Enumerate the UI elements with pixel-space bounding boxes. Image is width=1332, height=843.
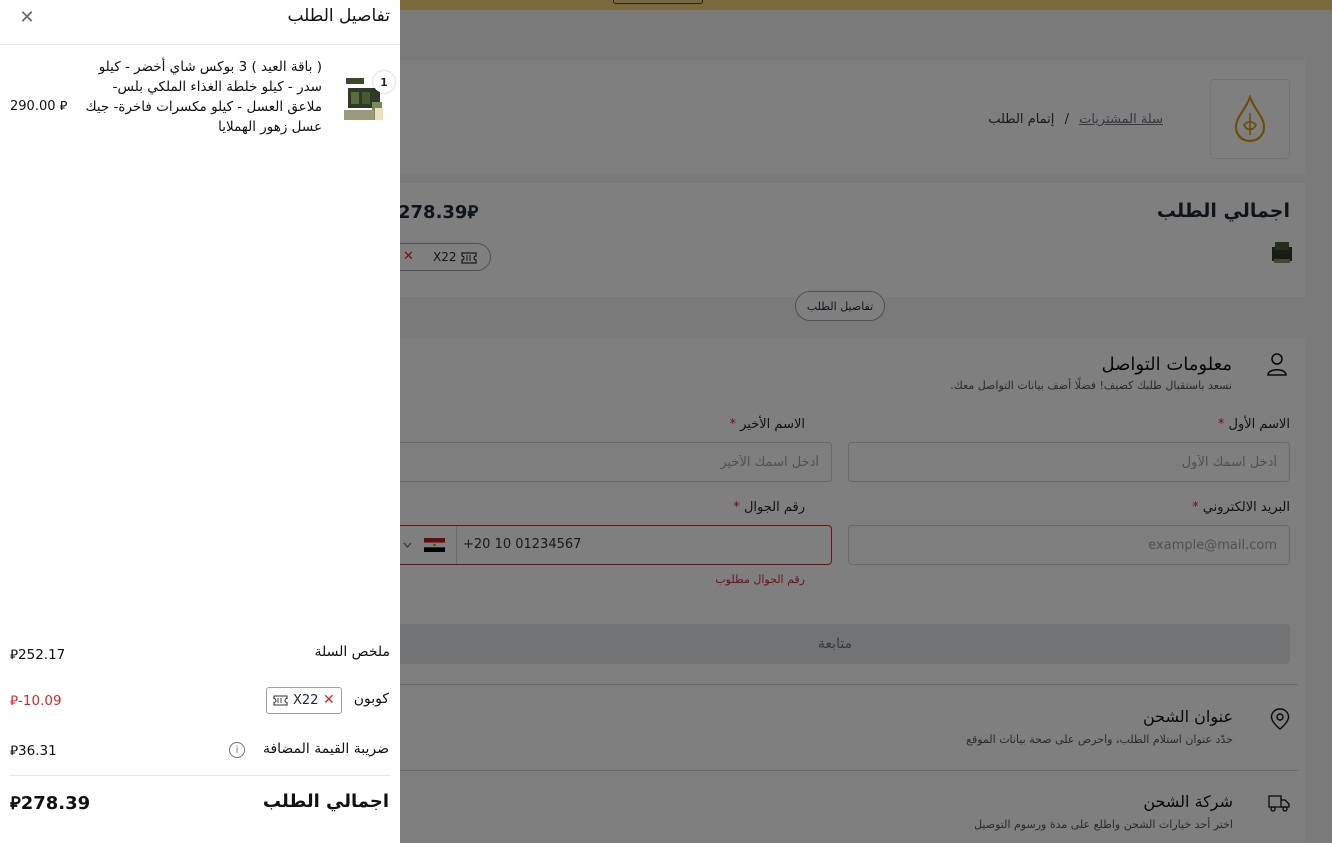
drawer-divider [0,44,400,45]
order-details-drawer: تفاصيل الطلب ✕ 1 ( باقة العيد ) 3 بوكس ش… [0,0,400,843]
vat-amount: 36.31 [18,743,57,759]
close-icon[interactable]: ✕ [17,7,37,28]
vat-value: 36.31 [10,741,57,759]
riyal-symbol [10,647,18,663]
drawer-divider [10,775,390,776]
remove-coupon-icon[interactable]: ✕ [323,692,335,708]
info-icon[interactable]: i [229,742,245,758]
cart-summary-amount: 252.17 [18,647,66,663]
coupon-discount-amount: -10.09 [18,693,62,709]
riyal-symbol [10,743,18,759]
coupon-code: X22 [293,693,319,708]
riyal-symbol [60,99,68,114]
cart-summary-label: ملخص السلة [314,644,390,660]
item-price-value: 290.00 [10,99,56,114]
item-quantity-badge: 1 [373,71,395,93]
riyal-symbol [10,793,21,814]
riyal-symbol [10,693,18,709]
order-total-value: 278.39 [10,791,90,814]
item-name: ( باقة العيد ) 3 بوكس شاي أخضر - كيلو سد… [85,59,322,135]
order-total-amount: 278.39 [20,793,91,814]
applied-coupon-chip: X22 ✕ [266,687,342,714]
vat-label: ضريبة القيمة المضافة [262,741,389,757]
ticket-icon [273,695,288,706]
cart-summary-value: 252.17 [10,645,65,663]
order-total-label: اجمالي الطلب [262,791,389,812]
coupon-label: كوبون [353,691,389,707]
drawer-title: تفاصيل الطلب [287,6,390,26]
coupon-discount-value: -10.09 [10,691,62,709]
item-price: 290.00 [10,97,67,114]
